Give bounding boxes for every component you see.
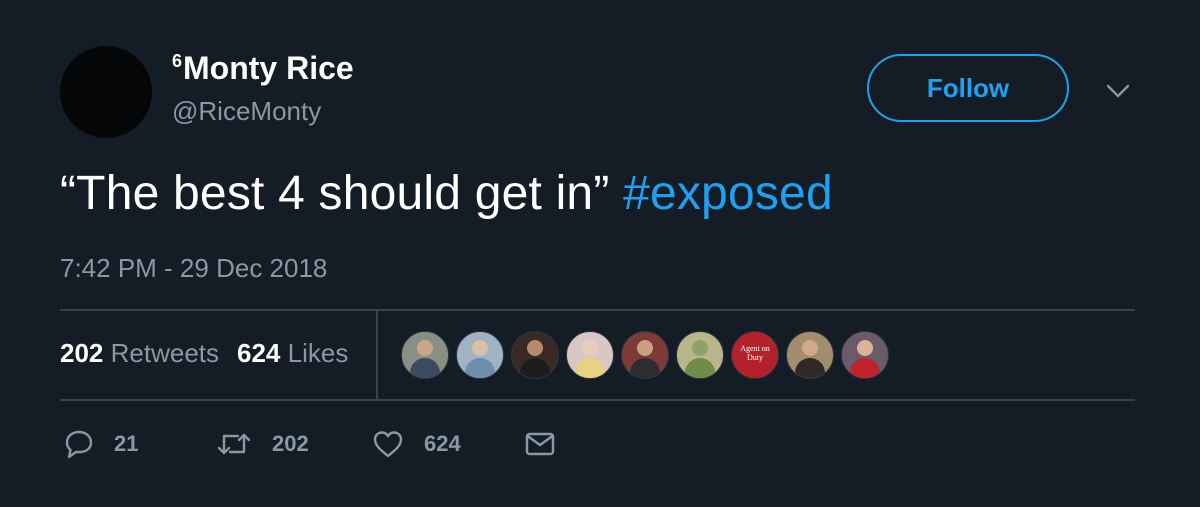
author-name: Monty Rice [183, 50, 354, 86]
like-count: 624 [424, 431, 461, 456]
retweets-label: Retweets [110, 338, 220, 368]
liker-avatar[interactable] [621, 331, 669, 379]
envelope-icon [525, 432, 555, 456]
liker-avatar[interactable] [786, 331, 834, 379]
tweet-stats: 202 Retweets 624 Likes [60, 338, 348, 369]
reply-button[interactable]: 21 [64, 422, 138, 466]
retweets-count: 202 [60, 338, 104, 368]
chevron-down-icon[interactable] [1104, 80, 1132, 102]
likes-count: 624 [237, 338, 281, 368]
liker-avatar[interactable] [566, 331, 614, 379]
stats-divider [376, 311, 378, 399]
reply-count: 21 [114, 431, 139, 456]
divider [60, 309, 1135, 311]
liker-avatar[interactable] [456, 331, 504, 379]
heart-icon [373, 431, 403, 458]
liker-sign-line1: Agent on [740, 344, 770, 353]
retweets-stat[interactable]: 202 Retweets [60, 338, 219, 368]
author-display-name[interactable]: 6Monty Rice [172, 50, 354, 87]
liker-sign-line2: Duty [747, 353, 763, 362]
tweet-timestamp[interactable]: 7:42 PM - 29 Dec 2018 [60, 253, 327, 284]
tweet-body: “The best 4 should get in” [60, 167, 624, 220]
retweet-count: 202 [272, 431, 309, 456]
direct-message-button[interactable] [524, 422, 556, 466]
reply-icon [65, 430, 93, 459]
tweet-text: “The best 4 should get in” #exposed [60, 166, 833, 221]
divider [60, 399, 1135, 401]
likes-label: Likes [287, 338, 349, 368]
hashtag-link[interactable]: #exposed [623, 167, 833, 220]
author-handle[interactable]: @RiceMonty [172, 96, 321, 127]
liker-avatar[interactable] [676, 331, 724, 379]
retweet-button[interactable]: 202 [216, 422, 309, 466]
follow-button[interactable]: Follow [867, 54, 1069, 122]
liker-avatar[interactable] [841, 331, 889, 379]
liker-avatar[interactable] [511, 331, 559, 379]
author-avatar[interactable] [60, 46, 152, 138]
like-button[interactable]: 624 [372, 422, 461, 466]
liker-avatar[interactable]: Agent on Duty [731, 331, 779, 379]
name-superscript: 6 [172, 51, 183, 71]
liker-avatar[interactable] [401, 331, 449, 379]
retweet-icon [217, 433, 251, 455]
likes-stat[interactable]: 624 Likes [237, 338, 348, 368]
